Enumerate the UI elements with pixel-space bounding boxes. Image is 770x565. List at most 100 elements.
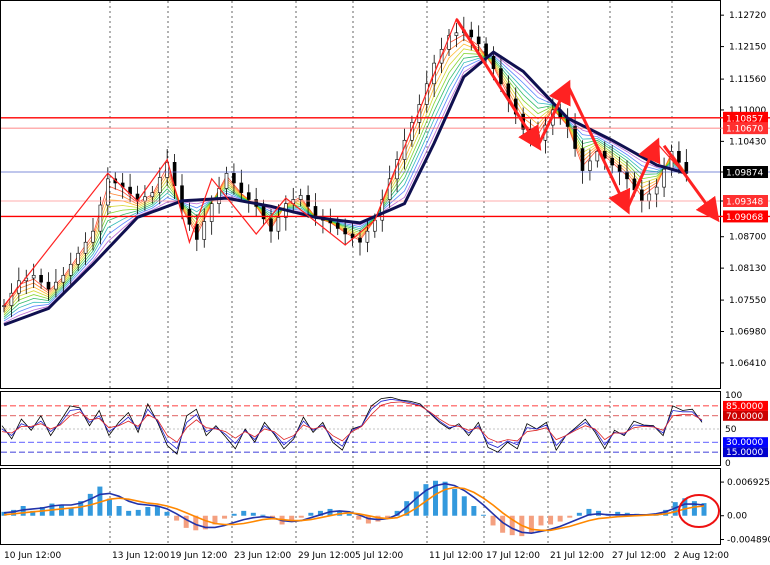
macd-histogram-bar <box>260 514 266 516</box>
oscillator-level-tag-label: 85.0000 <box>726 402 763 412</box>
macd-axis-tick: 0.00 <box>727 512 747 522</box>
macd-histogram-bar <box>548 515 554 525</box>
macd-histogram-bar <box>59 505 65 516</box>
time-axis-ticks: 10 Jun 12:00 13 Jun 12:00 19 Jun 12:00 23 J… <box>4 551 729 561</box>
candle-body <box>157 177 162 193</box>
candle-body <box>358 237 362 243</box>
candle-body <box>39 274 43 283</box>
candle-body <box>202 221 207 240</box>
candle-body <box>180 185 184 210</box>
macd-axis-tick: -0.0048908 <box>727 535 770 545</box>
macd-histogram-bar <box>68 508 74 516</box>
price-axis-tick: 1.06410 <box>729 359 766 369</box>
candle-body <box>91 230 95 243</box>
macd-histogram-bar <box>308 512 314 516</box>
candle-body <box>31 274 36 279</box>
candle-body <box>343 228 347 235</box>
price-level-tag-label: 1.09348 <box>726 197 763 207</box>
chart-svg[interactable]: 85.000070.0000 30.000015.0000 1.12720 1.12… <box>0 0 770 565</box>
time-axis-tick: 5 Jul 12:00 <box>355 551 404 561</box>
macd-histogram-bar <box>452 489 458 516</box>
candle-body <box>469 29 474 38</box>
candle-body <box>2 305 6 307</box>
candle-body <box>76 252 80 265</box>
candle-body <box>68 263 73 276</box>
candle-body <box>276 217 281 232</box>
candle-body <box>476 36 481 45</box>
macd-histogram-bar <box>174 515 180 521</box>
oscillator-axis-tick: 100 <box>725 391 742 401</box>
price-axis-tick: 1.11560 <box>729 75 766 85</box>
candle-body <box>150 192 155 198</box>
candle-body <box>232 173 236 184</box>
candle-body <box>54 281 58 290</box>
candle-body <box>491 55 496 69</box>
price-axis-tick: 1.08700 <box>729 233 766 243</box>
price-axis-tick: 1.12720 <box>729 11 766 21</box>
macd-histogram-bar <box>154 506 160 516</box>
oscillator-axis-tick: 50 <box>725 425 737 435</box>
candle-body <box>298 195 303 200</box>
time-axis-tick: 11 Jul 12:00 <box>429 551 483 561</box>
macd-histogram-bar <box>222 515 228 519</box>
level-tags: 1.108571.106701.098741.093481.09068 <box>723 111 768 223</box>
macd-axis-ticks: 0.0069255 0.00 -0.0048908 <box>720 478 770 545</box>
candle-body <box>625 171 629 180</box>
time-axis-tick: 29 Jun 12:00 <box>298 551 355 561</box>
candle-body <box>454 32 459 36</box>
macd-histogram-bar <box>183 515 189 528</box>
macd-histogram-bar <box>442 481 448 516</box>
price-axis-tick: 1.10430 <box>729 137 766 147</box>
candle-body <box>654 186 659 195</box>
price-axis-tick: 1.07550 <box>729 296 766 306</box>
time-axis-tick: 10 Jun 12:00 <box>4 551 61 561</box>
price-level-tag-label: 1.09874 <box>726 169 763 179</box>
candle-body <box>677 150 681 163</box>
candle-body <box>573 126 577 149</box>
candle-body <box>617 164 622 173</box>
macd-histogram-bar <box>106 498 112 516</box>
candle-body <box>83 241 88 254</box>
macd-histogram-bar <box>538 515 544 526</box>
macd-histogram-bar <box>346 513 352 516</box>
candle-body <box>246 192 251 200</box>
candle-body <box>61 274 66 283</box>
price-axis-tick: 1.12150 <box>729 43 766 53</box>
macd-histogram-bar <box>490 515 496 526</box>
oscillator-axis-tick: 0 <box>725 459 731 469</box>
time-axis-tick: 21 Jul 12:00 <box>550 551 604 561</box>
candle-body <box>588 160 592 171</box>
candle-body <box>536 134 540 141</box>
time-axis-tick: 17 Jul 12:00 <box>486 551 540 561</box>
oscillator-level-tag-label: 15.0000 <box>726 448 763 458</box>
macd-histogram-bar <box>298 515 304 518</box>
candle-body <box>365 230 370 243</box>
time-axis-tick: 19 Jun 12:00 <box>170 551 227 561</box>
price-axis-tick: 1.06980 <box>729 328 766 338</box>
time-axis-tick: 23 Jun 12:00 <box>234 551 291 561</box>
oscillator-level-tag-label: 70.0000 <box>726 412 763 422</box>
candle-body <box>98 204 103 232</box>
macd-histogram-bar <box>250 512 256 516</box>
macd-histogram-bar <box>480 514 486 516</box>
candle-body <box>46 281 51 290</box>
candle-body <box>499 68 503 85</box>
time-axis-tick: 2 Aug 12:00 <box>674 551 729 561</box>
macd-histogram-bar <box>126 510 132 516</box>
macd-histogram-bar <box>164 511 170 516</box>
macd-histogram-bar <box>576 512 582 516</box>
chart-window: 85.0000 70.0000 30.0000 15.0000 1.12720 1.12… <box>0 0 770 565</box>
candle-body <box>224 173 229 189</box>
candle-body <box>484 43 488 57</box>
price-axis-ticks: 1.127201.121501.115601.110001.104301.098… <box>720 11 766 369</box>
candle-body <box>209 203 214 222</box>
macd-histogram-bar <box>471 506 477 516</box>
time-axis-tick: 13 Jun 12:00 <box>112 551 169 561</box>
macd-histogram-bar <box>461 496 467 516</box>
macd-histogram-bar <box>145 506 151 516</box>
candle-body <box>269 218 273 232</box>
time-axis-tick: 27 Jul 12:00 <box>612 551 666 561</box>
macd-histogram-bar <box>116 506 122 516</box>
price-level-tag-label: 1.10670 <box>726 125 763 135</box>
macd-axis-tick: 0.0069255 <box>727 478 770 488</box>
